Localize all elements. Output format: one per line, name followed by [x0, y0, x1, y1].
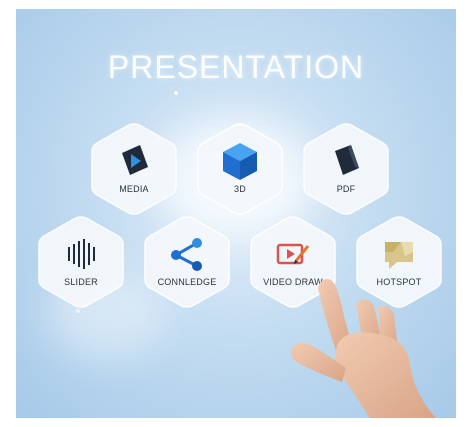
share-network-icon — [171, 238, 202, 271]
page-title: PRESENTATION — [107, 49, 365, 85]
tile-pdf[interactable]: PDF — [301, 121, 391, 217]
tile-label: MEDIA — [119, 184, 149, 194]
tile-3d[interactable]: 3D — [195, 121, 285, 217]
presentation-screen: PRESENTATION MEDIA 3D PDF SLIDER CONNLED… — [16, 9, 456, 418]
tile-label: SLIDER — [64, 277, 98, 287]
tile-label: 3D — [234, 184, 246, 194]
tile-label: PDF — [336, 184, 356, 194]
pdf-icon — [335, 145, 359, 175]
pointing-hand — [291, 279, 436, 418]
tile-label: CONNLEDGE — [157, 277, 217, 287]
media-icon — [122, 145, 148, 175]
slider-bars-icon — [68, 239, 95, 269]
tile-media[interactable]: MEDIA — [89, 121, 179, 217]
tile-connledge[interactable]: CONNLEDGE — [142, 214, 232, 310]
cube-3d-icon — [223, 143, 257, 180]
tile-slider[interactable]: SLIDER — [36, 214, 126, 310]
sparkle-dot — [174, 91, 178, 95]
